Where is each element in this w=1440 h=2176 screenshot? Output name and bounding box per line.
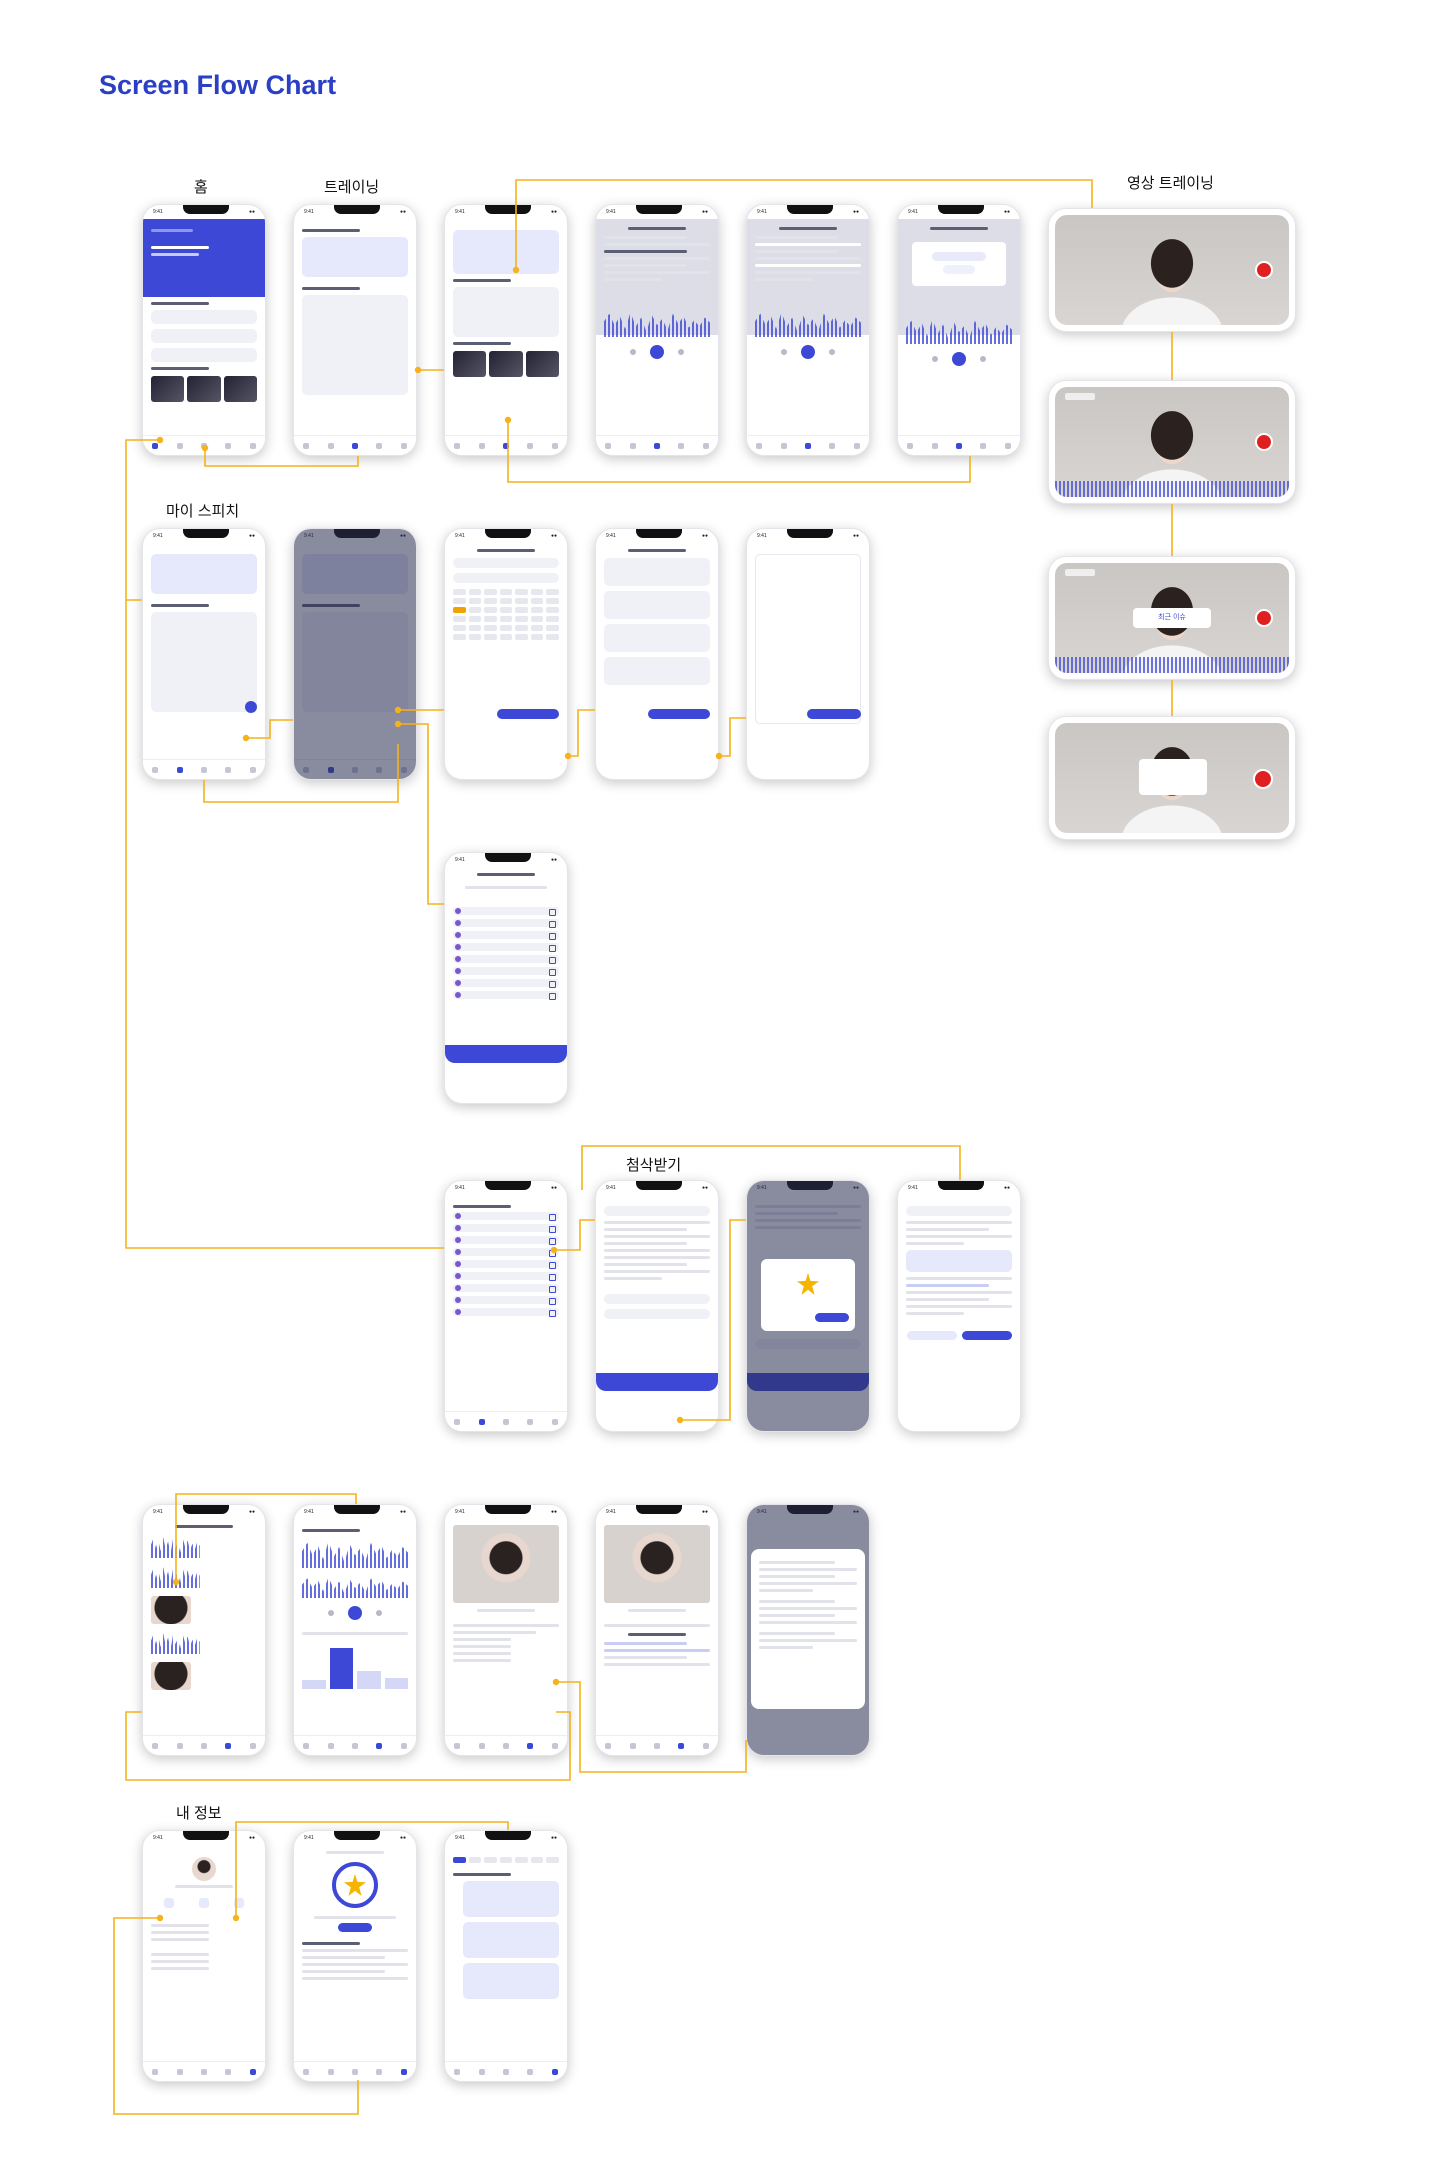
screen-my-speech-menu: 9:41 ●● (293, 528, 417, 780)
screen-ai-voice-analysis: 9:41 ●● (293, 1504, 417, 1756)
screen-ai-video-analysis-1: 9:41 ●● (444, 1504, 568, 1756)
screen-storage: 9:41 ●● (142, 1504, 266, 1756)
screen-correction-request: 9:41 ●● (595, 1180, 719, 1432)
screen-training-dday: 9:41 ●● (444, 204, 568, 456)
screen-my-info: 9:41 ●● (142, 1830, 266, 2082)
section-label-correction: 첨삭받기 (626, 1157, 682, 1174)
screen-speech-list: 9:41 ●● (444, 1180, 568, 1432)
screen-home: 9:41 ●● (142, 204, 266, 456)
screen-speech-category: 9:41 ●● (595, 528, 719, 780)
section-label-home: 홈 (194, 179, 208, 196)
screen-video-training-3: 최근 이슈 (1048, 556, 1296, 680)
section-label-training: 트레이닝 (324, 179, 380, 196)
stop-record-button-2[interactable] (1255, 609, 1273, 627)
screen-ai-video-analysis-2: 9:41 ●● (595, 1504, 719, 1756)
add-speech-button[interactable] (245, 701, 257, 713)
screen-speech-script-input: 9:41 ●● (746, 528, 870, 780)
screen-correction-result: 9:41 ●● (897, 1180, 1021, 1432)
screen-video-training-4 (1048, 716, 1296, 840)
record-button[interactable] (1255, 261, 1273, 279)
section-label-my-info: 내 정보 (176, 1805, 222, 1822)
video-topic-popup: 최근 이슈 (1133, 608, 1211, 628)
screen-script-practice-1: 9:41 ●● (595, 204, 719, 456)
record-button-2[interactable] (1253, 769, 1273, 789)
screen-my-speech: 9:41 ●● (142, 528, 266, 780)
point-use-dialog (761, 1259, 855, 1331)
screen-my-level: 9:41 ●● (293, 1830, 417, 2082)
flow-line (719, 717, 746, 757)
screen-ai-analysis-detail: 9:41 ●● (746, 1504, 870, 1756)
save-dialog (1139, 759, 1207, 795)
screen-training-home: 9:41 ●● (293, 204, 417, 456)
stop-record-button[interactable] (1255, 433, 1273, 451)
section-label-video-training: 영상 트레이닝 (1127, 175, 1214, 192)
screen-schedule-manage: 9:41 ●● (444, 1830, 568, 2082)
avatar (192, 1857, 216, 1881)
screen-script-practice-2: 9:41 ●● (746, 204, 870, 456)
screen-video-training-2 (1048, 380, 1296, 504)
section-label-my-speech: 마이 스피치 (166, 503, 240, 520)
screen-speech-select: 9:41 ●● (444, 852, 568, 1104)
flow-line (568, 709, 595, 757)
screen-speech-setting-calendar: 9:41 ●● (444, 528, 568, 780)
screen-video-training-1 (1048, 208, 1296, 332)
screen-script-practice-3: 9:41 ●● (897, 204, 1021, 456)
screen-correction-confirm: 9:41 ●● (746, 1180, 870, 1432)
page-title: Screen Flow Chart (99, 70, 337, 100)
